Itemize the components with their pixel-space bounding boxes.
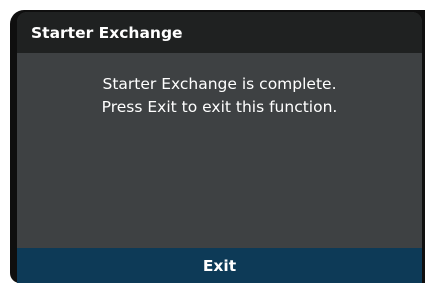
dialog-body: Starter Exchange is complete. Press Exit… bbox=[17, 53, 422, 248]
exit-button[interactable]: Exit bbox=[17, 248, 422, 283]
exit-button-label: Exit bbox=[202, 256, 237, 275]
message-line-2: Press Exit to exit this function. bbox=[101, 98, 338, 116]
dialog-header: Starter Exchange bbox=[17, 12, 422, 53]
completion-message: Starter Exchange is complete. Press Exit… bbox=[17, 73, 422, 119]
dialog-title: Starter Exchange bbox=[31, 23, 183, 42]
starter-exchange-dialog: Starter Exchange Starter Exchange is com… bbox=[17, 12, 422, 283]
message-line-1: Starter Exchange is complete. bbox=[102, 75, 337, 93]
